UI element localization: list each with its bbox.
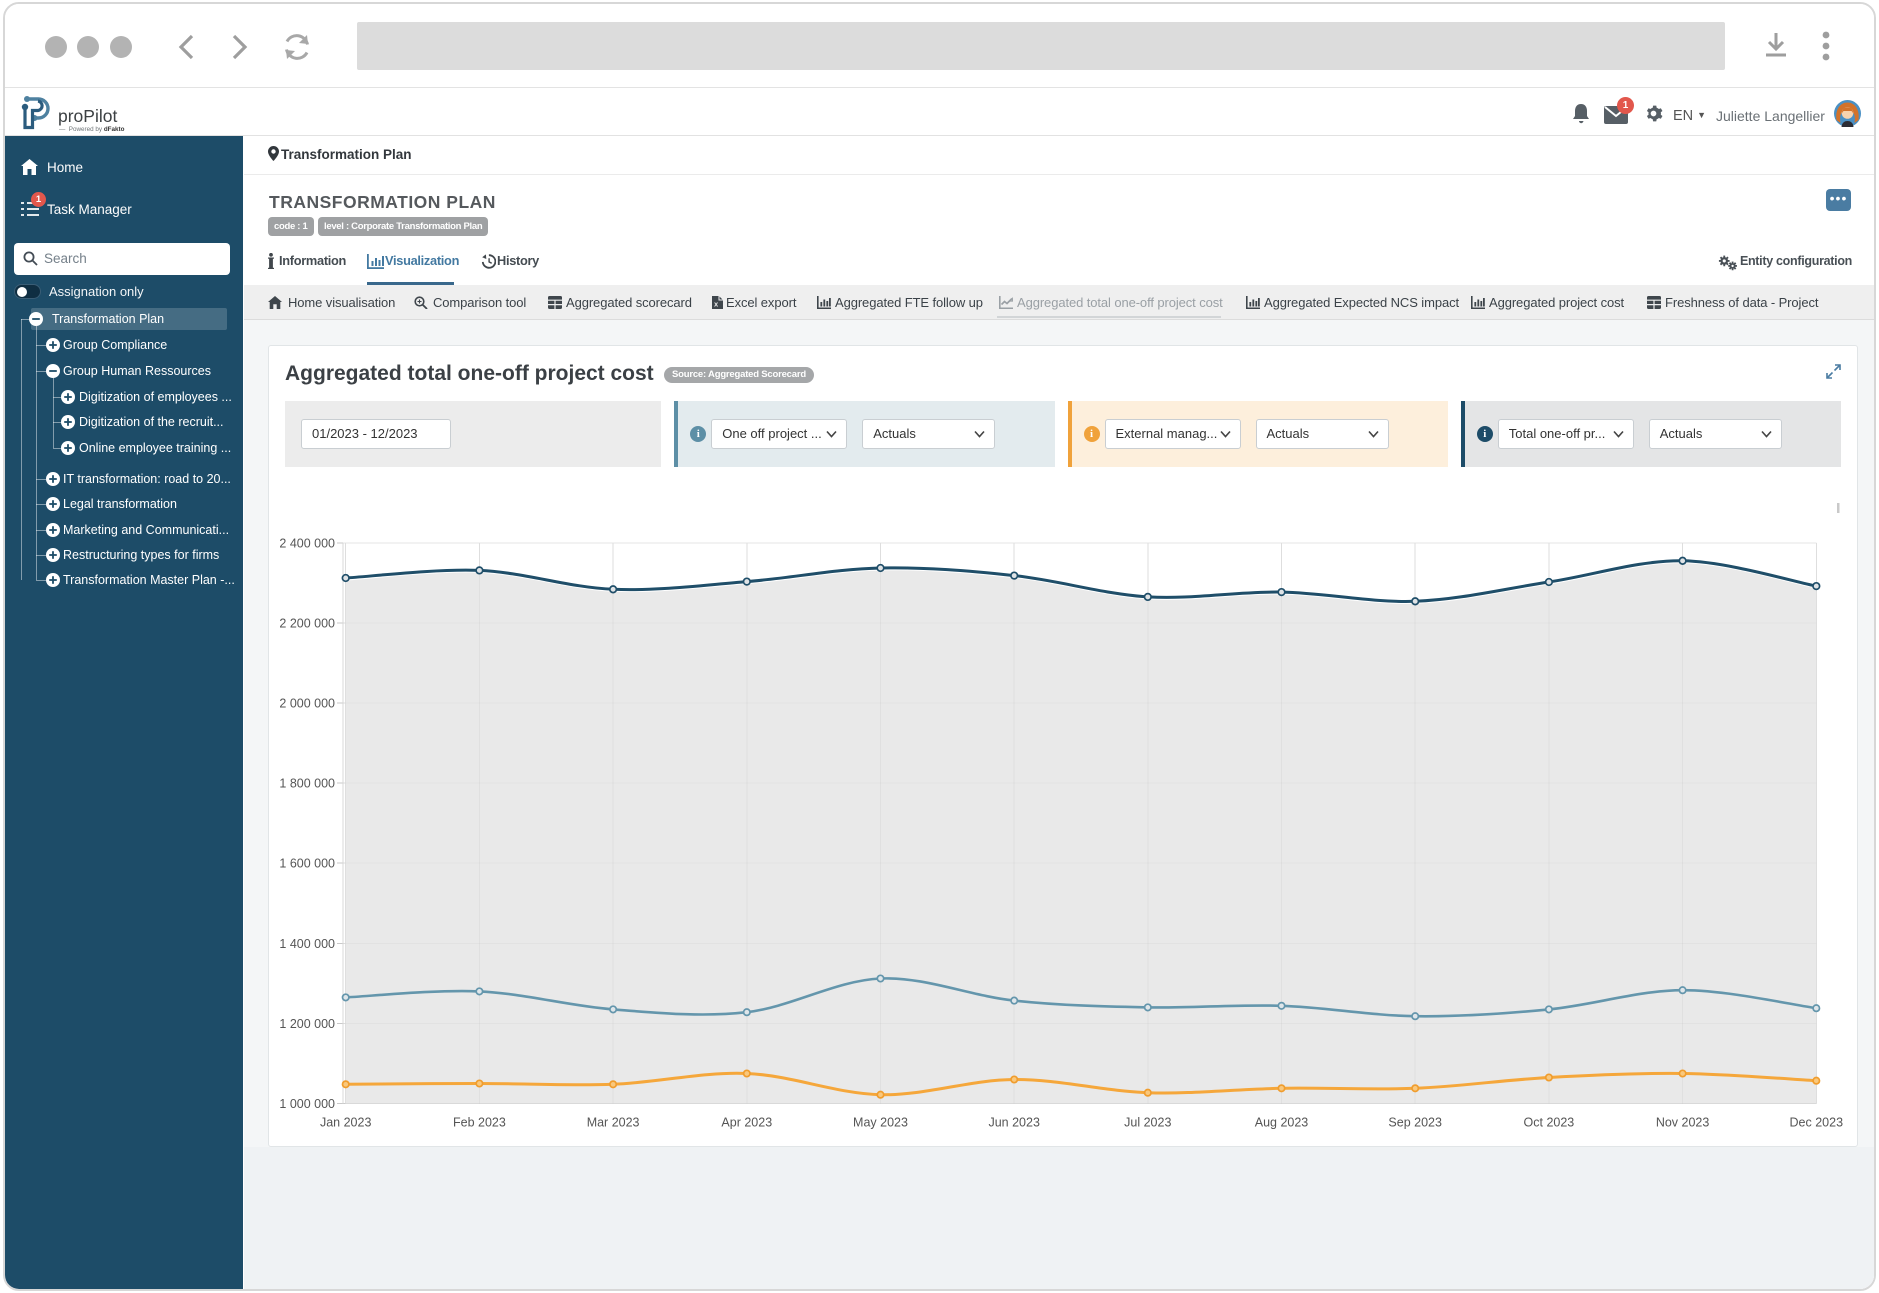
svg-text:Feb 2023: Feb 2023 [453,1116,506,1130]
svg-text:Jan 2023: Jan 2023 [320,1116,371,1130]
svg-text:Dec 2023: Dec 2023 [1790,1116,1844,1130]
svg-text:1 600 000: 1 600 000 [279,857,335,871]
svg-text:Jun 2023: Jun 2023 [988,1116,1039,1130]
svg-text:Aug 2023: Aug 2023 [1255,1116,1309,1130]
svg-text:1 000 000: 1 000 000 [279,1097,335,1111]
svg-text:May 2023: May 2023 [853,1116,908,1130]
svg-text:2 400 000: 2 400 000 [279,536,335,550]
svg-text:Apr 2023: Apr 2023 [721,1116,772,1130]
svg-text:— Powered by dFakto: — Powered by dFakto [59,126,125,133]
svg-text:Oct 2023: Oct 2023 [1524,1116,1575,1130]
svg-text:proPilot: proPilot [58,106,117,126]
svg-text:1 200 000: 1 200 000 [279,1017,335,1031]
svg-text:1 800 000: 1 800 000 [279,777,335,791]
svg-text:Nov 2023: Nov 2023 [1656,1116,1710,1130]
svg-text:Sep 2023: Sep 2023 [1388,1116,1442,1130]
svg-text:1 400 000: 1 400 000 [279,937,335,951]
svg-text:Mar 2023: Mar 2023 [587,1116,640,1130]
svg-text:2 200 000: 2 200 000 [279,616,335,630]
svg-text:2 000 000: 2 000 000 [279,697,335,711]
svg-text:Jul 2023: Jul 2023 [1124,1116,1171,1130]
